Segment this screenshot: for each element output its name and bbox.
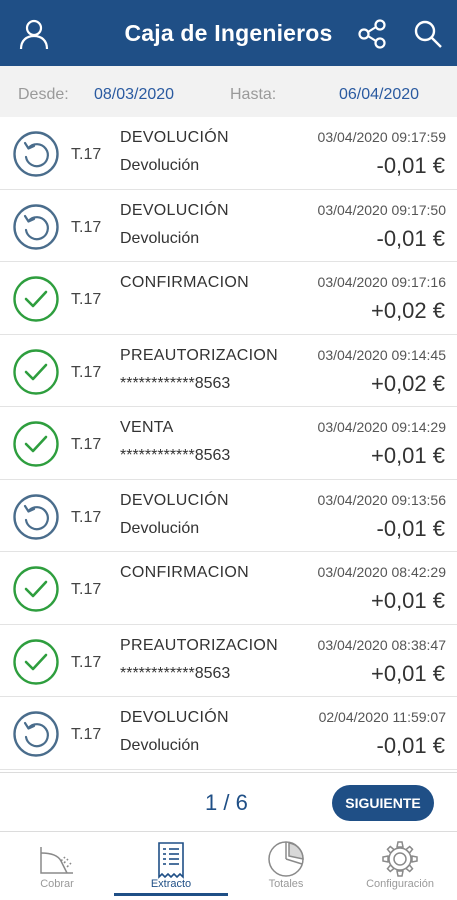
transaction-date: 03/04/2020 08:38:47 xyxy=(317,636,446,653)
transaction-detail: Devolución xyxy=(120,519,200,537)
transaction-date: 03/04/2020 09:17:59 xyxy=(317,129,446,145)
terminal-id: T.17 xyxy=(71,436,102,453)
app-header: Caja de Ingenieros xyxy=(0,0,457,66)
gear-icon xyxy=(380,839,420,879)
transaction-type: DEVOLUCIÓN xyxy=(120,201,229,219)
transaction-date: 02/04/2020 11:59:07 xyxy=(318,709,446,725)
transaction-type: CONFIRMACION xyxy=(120,564,249,581)
tab-extracto[interactable]: Extracto xyxy=(114,833,228,900)
refund-circle-icon xyxy=(12,493,60,541)
transaction-detail: ************8563 xyxy=(120,374,231,392)
transaction-row[interactable]: T.17 PREAUTORIZACION ************8563 03/04… xyxy=(0,625,457,697)
search-icon[interactable] xyxy=(408,14,448,54)
transaction-date: 03/04/2020 09:17:50 xyxy=(317,201,446,218)
tab-cobrar[interactable]: Cobrar xyxy=(0,833,114,900)
transaction-type: DEVOLUCIÓN xyxy=(120,491,229,509)
transaction-row[interactable]: T.17 DEVOLUCIÓN Devolución 03/04/2020 09:17… xyxy=(0,190,457,262)
transaction-amount: +0,02 € xyxy=(370,370,445,396)
tab-label: Configuración xyxy=(366,878,434,890)
transaction-detail: ************8563 xyxy=(120,447,231,464)
transaction-detail: ************8563 xyxy=(120,664,231,682)
terminal-id: T.17 xyxy=(71,726,102,743)
transaction-date: 03/04/2020 09:17:16 xyxy=(317,274,446,290)
transaction-amount: +0,01 € xyxy=(370,443,445,468)
check-circle-icon xyxy=(12,348,60,396)
transaction-amount: +0,02 € xyxy=(370,298,445,323)
page-indicator: 1 / 6 xyxy=(205,790,248,815)
terminal-id: T.17 xyxy=(71,581,102,598)
transaction-amount: -0,01 € xyxy=(376,515,446,541)
check-circle-icon xyxy=(12,638,60,686)
transaction-amount: -0,01 € xyxy=(376,225,446,251)
pagination: 1 / 6 SIGUIENTE xyxy=(0,772,457,832)
tab-label: Totales xyxy=(268,878,304,890)
receipt-cut-icon xyxy=(37,839,77,879)
check-circle-icon xyxy=(12,420,60,468)
transaction-row[interactable]: T.17 DEVOLUCIÓN Devolución 03/04/2020 09:17… xyxy=(0,117,457,190)
terminal-id: T.17 xyxy=(71,363,102,381)
to-date[interactable]: 06/04/2020 xyxy=(339,86,419,104)
check-circle-icon xyxy=(12,275,60,323)
transaction-amount: +0,01 € xyxy=(370,588,445,613)
to-label: Hasta: xyxy=(230,86,277,103)
terminal-id: T.17 xyxy=(71,291,102,308)
transaction-date: 03/04/2020 09:13:56 xyxy=(317,491,446,508)
tab-totales[interactable]: Totales xyxy=(229,833,343,900)
from-date[interactable]: 08/03/2020 xyxy=(94,86,174,104)
terminal-id: T.17 xyxy=(71,146,102,163)
bottom-nav: Cobrar Extracto Totales Configuración xyxy=(0,833,457,900)
transaction-row[interactable]: T.17 PREAUTORIZACION ************8563 03/04… xyxy=(0,335,457,407)
transaction-detail: Devolución xyxy=(120,157,200,174)
refund-circle-icon xyxy=(12,710,60,758)
terminal-id: T.17 xyxy=(71,218,102,236)
transaction-list: T.17 DEVOLUCIÓN Devolución 03/04/2020 09:17… xyxy=(0,117,457,770)
transaction-type: VENTA xyxy=(120,419,174,436)
transaction-row[interactable]: T.17 DEVOLUCIÓN Devolución 02/04/2020 11:59… xyxy=(0,697,457,770)
transaction-amount: +0,01 € xyxy=(370,660,445,686)
transaction-type: PREAUTORIZACION xyxy=(120,346,278,364)
terminal-id: T.17 xyxy=(71,508,102,526)
share-icon[interactable] xyxy=(352,14,392,54)
tab-configuracion[interactable]: Configuración xyxy=(343,833,457,900)
tab-label: Extracto xyxy=(150,878,192,890)
transaction-row[interactable]: T.17 VENTA ************8563 03/04/2020 09:1… xyxy=(0,407,457,480)
transaction-detail: Devolución xyxy=(120,229,200,247)
transaction-type: PREAUTORIZACION xyxy=(120,636,278,654)
transaction-row[interactable]: T.17 DEVOLUCIÓN Devolución 03/04/2020 09:13… xyxy=(0,480,457,552)
refund-circle-icon xyxy=(12,203,60,251)
transaction-amount: -0,01 € xyxy=(376,153,446,178)
transaction-row[interactable]: T.17 CONFIRMACION 03/04/2020 09:17:16 +0,02… xyxy=(0,262,457,335)
terminal-id: T.17 xyxy=(71,653,102,671)
tab-label: Cobrar xyxy=(40,878,74,890)
transaction-date: 03/04/2020 09:14:29 xyxy=(317,419,446,435)
from-label: Desde: xyxy=(18,86,69,103)
transaction-type: DEVOLUCIÓN xyxy=(120,129,229,146)
pie-chart-icon xyxy=(266,839,306,879)
transaction-type: DEVOLUCIÓN xyxy=(120,709,229,726)
refund-circle-icon xyxy=(12,130,60,178)
active-tab-indicator xyxy=(114,893,228,896)
transaction-detail: Devolución xyxy=(120,737,200,754)
statement-icon xyxy=(151,839,191,879)
transaction-date: 03/04/2020 08:42:29 xyxy=(317,564,446,580)
transaction-row[interactable]: T.17 CONFIRMACION 03/04/2020 08:42:29 +0,01… xyxy=(0,552,457,625)
check-circle-icon xyxy=(12,565,60,613)
transaction-amount: -0,01 € xyxy=(376,733,446,758)
next-page-button[interactable]: SIGUIENTE xyxy=(332,785,434,821)
date-filter: Desde: 08/03/2020 Hasta: 06/04/2020 xyxy=(0,66,457,117)
transaction-date: 03/04/2020 09:14:45 xyxy=(317,346,446,363)
transaction-type: CONFIRMACION xyxy=(120,274,249,291)
